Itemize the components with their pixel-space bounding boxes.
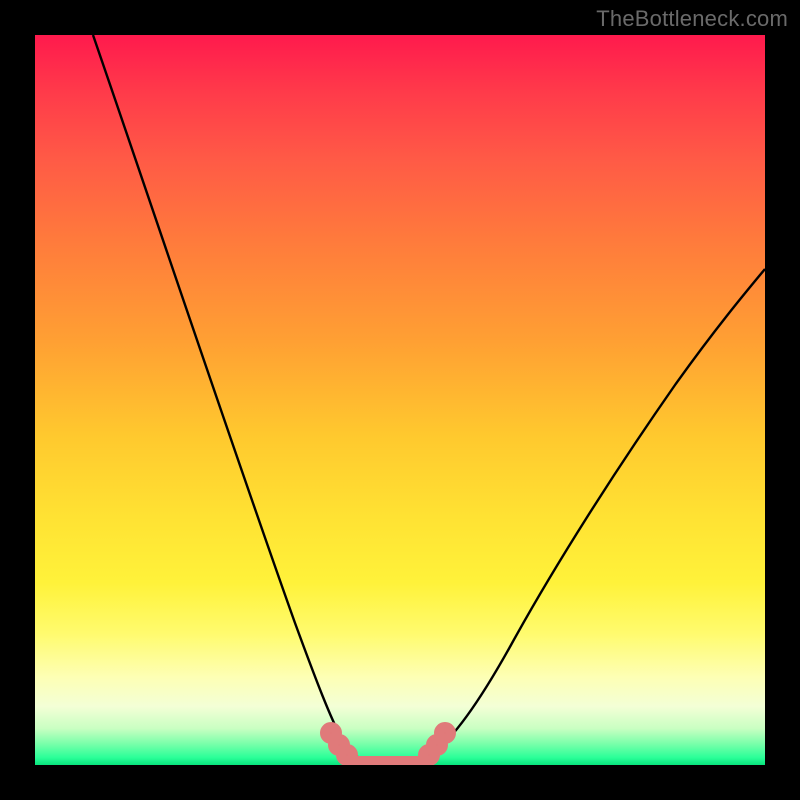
marker-band [325,727,451,761]
watermark-text: TheBottleneck.com [596,6,788,32]
plot-area [35,35,765,765]
bottleneck-curve-svg [35,35,765,765]
chart-frame: TheBottleneck.com [0,0,800,800]
bottleneck-curve [93,35,765,763]
